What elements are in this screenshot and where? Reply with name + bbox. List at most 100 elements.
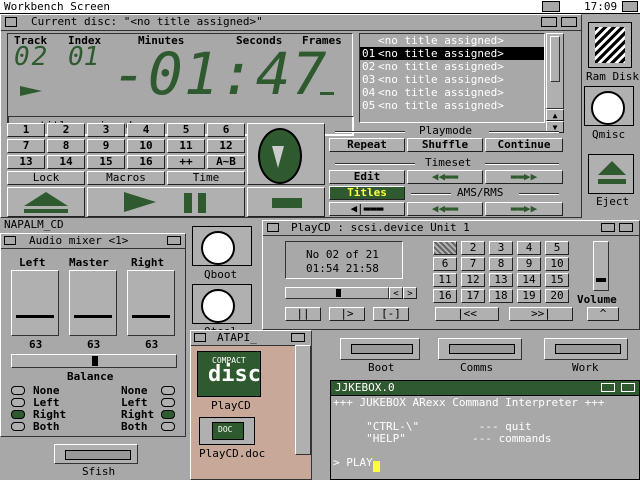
track-button[interactable]: 11 [167,139,205,153]
track-list-item[interactable]: 02 <no title assigned> [360,60,544,73]
macros-button[interactable]: Macros [87,171,165,185]
track-button[interactable]: 10 [127,139,165,153]
mixer-right-option[interactable]: Both [101,420,181,433]
playcd-next-small[interactable]: > [403,287,417,299]
track-list-item[interactable]: 05 <no title assigned> [360,99,544,112]
close-gadget[interactable] [5,17,17,27]
mixer-left-option[interactable]: Right [11,408,91,421]
right-fader[interactable] [127,270,175,336]
playcd-track-button[interactable]: 13 [489,273,513,287]
qboot-icon[interactable] [192,226,252,266]
track-list-item[interactable]: 03 <no title assigned> [360,73,544,86]
playcd-track-button[interactable]: 20 [545,289,569,303]
qtool-icon[interactable] [192,284,252,324]
titles-prev-button[interactable]: ◀|▬▬▬ [329,202,405,216]
playcd-track-button[interactable]: 2 [461,241,485,255]
playcd-close-gadget[interactable] [267,223,279,232]
playcd-track-button[interactable]: 9 [517,257,541,271]
scroll-up-arrow[interactable]: ▲ [546,109,564,121]
stop-button[interactable] [247,187,325,217]
playcd-track-button[interactable]: 17 [461,289,485,303]
track-button[interactable]: A~B [207,155,245,169]
playcd-track-button[interactable]: 5 [545,241,569,255]
playcd-track-button[interactable]: 11 [433,273,457,287]
track-button[interactable]: ++ [167,155,205,169]
track-button[interactable]: 14 [47,155,85,169]
depth-gadget[interactable] [542,1,560,12]
comms-icon[interactable] [438,338,522,360]
mixer-left-option[interactable]: None [11,384,91,397]
titles-button[interactable]: Titles [329,186,405,200]
playcd-control-button[interactable]: [-] [373,307,409,321]
ams-rewind-button[interactable]: ◀◀▬▬ [407,202,483,216]
playcd-zoom-gadget[interactable] [601,223,615,232]
timeset-rewind-button[interactable]: ◀◀▬▬ [407,170,483,184]
ams-forward-button[interactable]: ▬▬▶▶ [485,202,563,216]
mixer-right-option[interactable]: Left [101,396,181,409]
track-button[interactable]: 15 [87,155,125,169]
mixer-left-option[interactable]: Both [11,420,91,433]
ramdisk-icon[interactable] [588,22,632,68]
shuffle-button[interactable]: Shuffle [407,138,483,152]
playcd-track-button[interactable]: 14 [517,273,541,287]
mixer-titlebar[interactable]: Audio mixer <1> [1,234,185,249]
atapi-titlebar[interactable]: ATAPI_ [191,331,311,346]
eject-desktop-icon[interactable] [588,154,634,194]
track-list-item[interactable]: 04 <no title assigned> [360,86,544,99]
playcd-control-button[interactable]: |> [329,307,365,321]
playcd-track-button[interactable]: 18 [489,289,513,303]
track-button[interactable]: 7 [7,139,45,153]
track-button[interactable]: 12 [207,139,245,153]
playcd-track-button[interactable]: 6 [433,257,457,271]
playcd-track-button[interactable]: 3 [489,241,513,255]
playcd-track-button[interactable]: 8 [489,257,513,271]
playcd-track-button[interactable]: 4 [517,241,541,255]
repeat-button[interactable]: Repeat [329,138,405,152]
mixer-right-option[interactable]: Right [101,408,181,421]
edit-button[interactable]: Edit [329,170,405,184]
track-button[interactable]: 3 [87,123,125,137]
depth-gadget-2[interactable] [561,17,577,27]
track-list-item[interactable]: <no title assigned> [360,34,544,47]
track-button[interactable]: 4 [127,123,165,137]
jukebox-zoom-gadget[interactable] [601,383,615,392]
play-pause-button[interactable] [87,187,245,217]
atapi-scrollbar[interactable] [295,345,311,455]
track-button[interactable]: 8 [47,139,85,153]
scroll-knob[interactable] [550,36,560,82]
track-button[interactable]: 2 [47,123,85,137]
time-button[interactable]: Time [167,171,245,185]
atapi-depth-gadget[interactable] [291,333,305,342]
track-list[interactable]: <no title assigned> 01 <no title assigned>… [359,33,545,123]
lock-button[interactable]: Lock [7,171,85,185]
continue-button[interactable]: Continue [485,138,563,152]
atapi-close-gadget[interactable] [194,333,206,342]
balance-slider[interactable] [11,354,177,368]
track-button[interactable]: 16 [127,155,165,169]
playcd-titlebar[interactable]: PlayCD : scsi.device Unit 1 [263,221,639,236]
playcd-track-button[interactable]: 10 [545,257,569,271]
timeset-forward-button[interactable]: ▬▬▶▶ [485,170,563,184]
playcd-control-button[interactable]: >>| [509,307,573,321]
playcd-control-button[interactable]: || [285,307,321,321]
track-button[interactable]: 9 [87,139,125,153]
track-list-item[interactable]: 01 <no title assigned> [360,47,544,60]
mixer-depth-gadget[interactable] [167,236,181,245]
playcd-volume-slider[interactable] [593,241,609,291]
playcd-prev-small[interactable]: < [389,287,403,299]
qmisc-icon[interactable] [584,86,634,126]
work-icon[interactable] [544,338,628,360]
mixer-right-option[interactable]: None [101,384,181,397]
jukebox-titlebar[interactable]: JJKEBOX.0 [331,381,639,396]
sfish-icon[interactable] [54,444,138,464]
player-titlebar[interactable]: Current disc: "<no title assigned>" [1,15,581,31]
mixer-close-gadget[interactable] [4,236,16,245]
mixer-left-option[interactable]: Left [11,396,91,409]
playcd-control-button[interactable]: |<< [435,307,499,321]
volume-knob-panel[interactable] [247,123,325,185]
playcd-position-slider[interactable] [285,287,389,299]
track-button[interactable]: 5 [167,123,205,137]
zoom-gadget[interactable] [541,17,557,27]
jukebox-depth-gadget[interactable] [621,383,635,392]
master-fader[interactable] [69,270,117,336]
